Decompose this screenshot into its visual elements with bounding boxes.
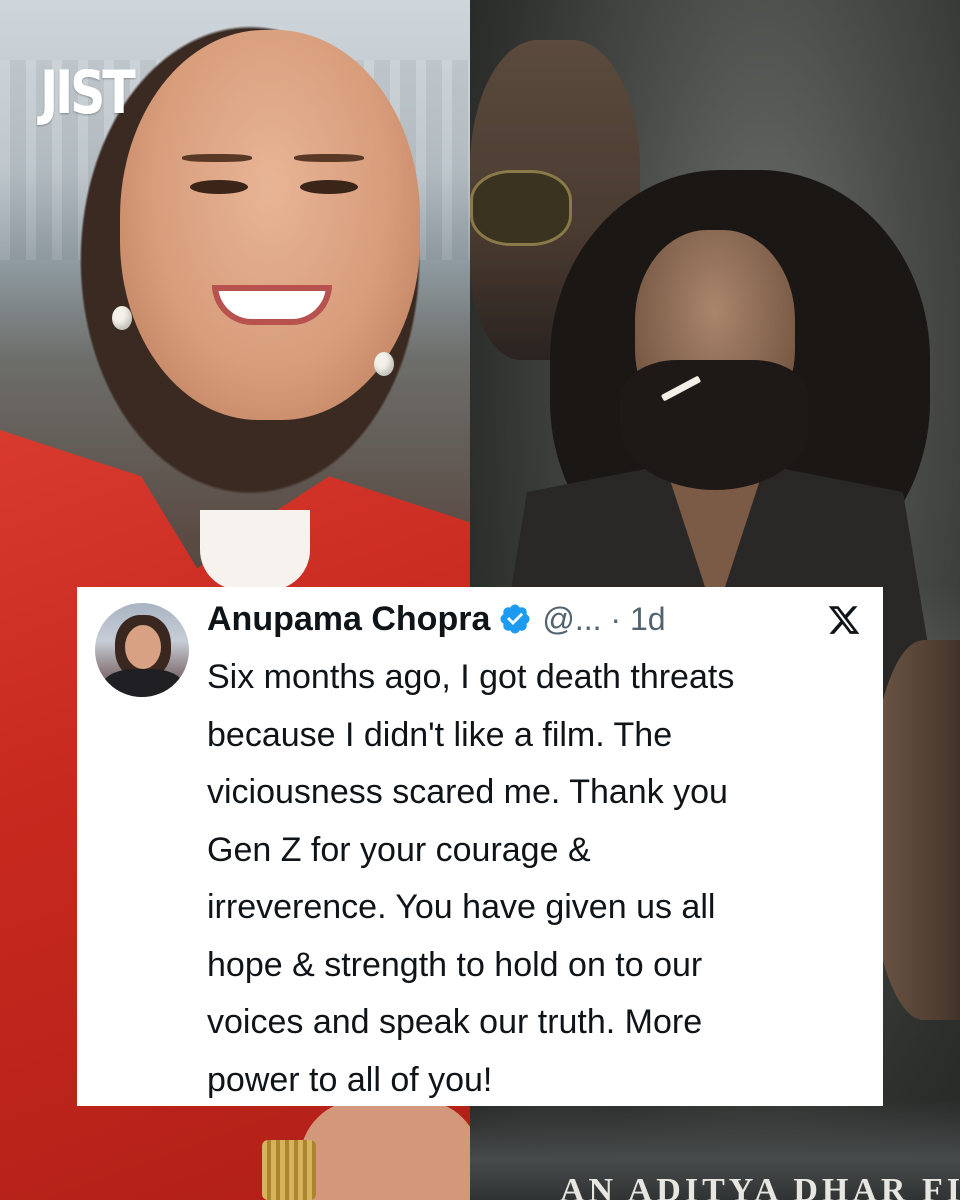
left-eyebrow xyxy=(182,154,252,162)
smile xyxy=(212,285,332,325)
author-name[interactable]: Anupama Chopra xyxy=(207,600,490,639)
avatar[interactable] xyxy=(95,603,189,697)
right-eyebrow xyxy=(294,154,364,162)
handle-and-time[interactable]: @... · 1d xyxy=(542,601,665,638)
beard xyxy=(620,360,810,490)
poster-credit-text: AN ADITYA DHAR FILM xyxy=(560,1172,960,1200)
x-logo-icon[interactable] xyxy=(827,603,861,637)
avatar-face xyxy=(125,625,161,669)
right-eye xyxy=(300,180,358,194)
left-earring xyxy=(112,306,132,330)
tweet-header: Anupama Chopra @... · 1d xyxy=(207,597,666,641)
white-shirt xyxy=(200,510,310,590)
tweet-text: Six months ago, I got death threats beca… xyxy=(207,658,735,1099)
avatar-body xyxy=(103,669,183,697)
right-earring xyxy=(374,352,394,376)
gold-bracelet xyxy=(262,1140,316,1200)
poster-figure-right xyxy=(870,640,960,1020)
left-eye xyxy=(190,180,248,194)
hand xyxy=(300,1100,470,1200)
jist-logo: JIST xyxy=(40,58,136,128)
tweet-card[interactable]: Anupama Chopra @... · 1d Six months ago,… xyxy=(77,587,883,1106)
sunglasses xyxy=(470,170,572,246)
verified-badge-icon xyxy=(500,604,530,634)
